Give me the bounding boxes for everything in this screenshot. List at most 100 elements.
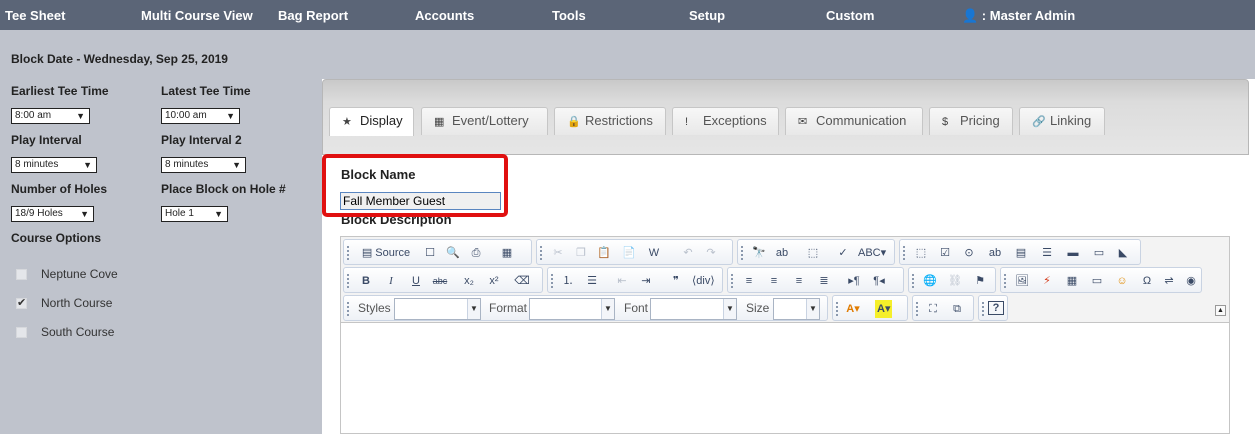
nav-custom[interactable]: Custom bbox=[826, 0, 874, 30]
numbered-list-icon[interactable]: ⒈ bbox=[560, 272, 576, 290]
course-option-label: South Course bbox=[41, 325, 115, 339]
outdent-icon[interactable]: ⇤ bbox=[614, 272, 630, 290]
font-dropdown[interactable]: ▼ bbox=[650, 298, 737, 320]
special-char-icon[interactable]: Ω bbox=[1139, 272, 1155, 290]
unlink-icon[interactable]: ⛓ bbox=[947, 272, 963, 290]
nav-accounts[interactable]: Accounts bbox=[415, 0, 474, 30]
textarea-icon[interactable]: ▤ bbox=[1013, 244, 1029, 262]
tab-label: Event/Lottery bbox=[452, 113, 529, 128]
tab-pricing[interactable]: $ Pricing bbox=[929, 107, 1013, 135]
image-icon[interactable]: 🖼 bbox=[1014, 272, 1030, 290]
collapse-toolbar-icon[interactable]: ▲ bbox=[1215, 305, 1226, 316]
format-dropdown[interactable]: ▼ bbox=[529, 298, 615, 320]
checkbox[interactable] bbox=[16, 327, 27, 338]
grip-icon bbox=[347, 274, 349, 288]
text-color-icon[interactable]: A▾ bbox=[845, 300, 861, 318]
paste-text-icon[interactable]: 📄 bbox=[621, 244, 637, 262]
horizontal-rule-icon[interactable]: ▭ bbox=[1089, 272, 1105, 290]
tab-display[interactable]: ★ Display bbox=[329, 107, 414, 136]
print-icon[interactable]: ⎙ bbox=[468, 244, 484, 262]
latest-tee-select[interactable]: 10:00 am ▼ bbox=[161, 108, 240, 124]
justify-icon[interactable]: ≣ bbox=[816, 272, 832, 290]
styles-dropdown[interactable]: ▼ bbox=[394, 298, 481, 320]
div-container-icon[interactable]: ⟨div⟩ bbox=[692, 272, 715, 290]
align-left-icon[interactable]: ≡ bbox=[741, 272, 757, 290]
radio-icon[interactable]: ⊙ bbox=[961, 244, 977, 262]
tab-exceptions[interactable]: ! Exceptions bbox=[672, 107, 779, 135]
preview-icon[interactable]: 🔍 bbox=[445, 244, 461, 262]
subscript-icon[interactable]: x₂ bbox=[461, 272, 477, 290]
replace-icon[interactable]: ab bbox=[774, 244, 790, 262]
align-center-icon[interactable]: ≡ bbox=[766, 272, 782, 290]
textfield-icon[interactable]: ab bbox=[987, 244, 1003, 262]
size-dropdown[interactable]: ▼ bbox=[773, 298, 820, 320]
link-icon[interactable]: 🌐 bbox=[922, 272, 938, 290]
button-field-icon[interactable]: ▬ bbox=[1065, 244, 1081, 262]
grip-icon bbox=[551, 274, 553, 288]
form-icon[interactable]: ⬚ bbox=[913, 244, 929, 262]
select-all-icon[interactable]: ⬚ bbox=[805, 244, 821, 262]
bold-icon[interactable]: B bbox=[358, 272, 374, 290]
paste-word-icon[interactable]: W bbox=[646, 244, 662, 262]
strikethrough-icon[interactable]: abc bbox=[432, 272, 448, 290]
blockquote-icon[interactable]: ❞ bbox=[668, 272, 684, 290]
toolbar-group-insert: 🖼 ⚡ ▦ ▭ ☺ Ω ⇌ ◉ bbox=[1000, 267, 1202, 293]
earliest-tee-select[interactable]: 8:00 am ▼ bbox=[11, 108, 90, 124]
block-name-input[interactable] bbox=[340, 192, 501, 210]
earliest-tee-label: Earliest Tee Time bbox=[11, 84, 109, 98]
spellcheck-icon[interactable]: ✓ bbox=[835, 244, 851, 262]
superscript-icon[interactable]: x² bbox=[486, 272, 502, 290]
nav-tee-sheet[interactable]: Tee Sheet bbox=[5, 0, 65, 30]
play-interval-select[interactable]: 8 minutes ▼ bbox=[11, 157, 97, 173]
checkbox[interactable] bbox=[16, 269, 27, 280]
templates-icon[interactable]: ▦ bbox=[499, 244, 515, 262]
table-icon[interactable]: ▦ bbox=[1064, 272, 1080, 290]
background-color-icon[interactable]: A▾ bbox=[875, 300, 893, 318]
place-block-select[interactable]: Hole 1 ▼ bbox=[161, 206, 228, 222]
paste-icon[interactable]: 📋 bbox=[596, 244, 612, 262]
ltr-icon[interactable]: ▸¶ bbox=[846, 272, 862, 290]
align-right-icon[interactable]: ≡ bbox=[791, 272, 807, 290]
new-page-icon[interactable]: ☐ bbox=[422, 244, 438, 262]
tab-event-lottery[interactable]: ▦ Event/Lottery bbox=[421, 107, 548, 135]
cut-icon[interactable]: ✂ bbox=[550, 244, 566, 262]
rtl-icon[interactable]: ¶◂ bbox=[871, 272, 887, 290]
tab-linking[interactable]: 🔗 Linking bbox=[1019, 107, 1105, 135]
redo-icon[interactable]: ↷ bbox=[703, 244, 719, 262]
copy-icon[interactable]: ❐ bbox=[573, 244, 589, 262]
place-block-label: Place Block on Hole # bbox=[161, 182, 286, 196]
scayt-icon[interactable]: ABC▾ bbox=[858, 244, 886, 262]
source-button[interactable]: ▤ Source bbox=[357, 244, 415, 262]
show-blocks-icon[interactable]: ⧉ bbox=[949, 300, 965, 318]
holes-select[interactable]: 18/9 Holes ▼ bbox=[11, 206, 94, 222]
tab-communication[interactable]: ✉ Communication bbox=[785, 107, 923, 135]
bulleted-list-icon[interactable]: ☰ bbox=[584, 272, 600, 290]
smiley-icon[interactable]: ☺ bbox=[1114, 272, 1130, 290]
image-button-icon[interactable]: ▭ bbox=[1091, 244, 1107, 262]
underline-icon[interactable]: U bbox=[408, 272, 424, 290]
nav-bag-report[interactable]: Bag Report bbox=[278, 0, 348, 30]
flash-icon[interactable]: ⚡ bbox=[1039, 272, 1055, 290]
undo-icon[interactable]: ↶ bbox=[680, 244, 696, 262]
page-break-icon[interactable]: ⇌ bbox=[1161, 272, 1177, 290]
hidden-field-icon[interactable]: ◣ bbox=[1115, 244, 1131, 262]
select-field-icon[interactable]: ☰ bbox=[1039, 244, 1055, 262]
iframe-icon[interactable]: ◉ bbox=[1183, 272, 1199, 290]
nav-user-menu[interactable]: 👤 : Master Admin bbox=[962, 0, 1075, 30]
nav-setup[interactable]: Setup bbox=[689, 0, 725, 30]
chevron-down-icon: ▼ bbox=[601, 299, 614, 319]
find-icon[interactable]: 🔭 bbox=[751, 244, 767, 262]
nav-tools[interactable]: Tools bbox=[552, 0, 586, 30]
anchor-icon[interactable]: ⚑ bbox=[972, 272, 988, 290]
editor-body[interactable] bbox=[341, 323, 1229, 433]
nav-multi-course-view[interactable]: Multi Course View bbox=[141, 0, 253, 30]
about-icon[interactable]: ? bbox=[988, 301, 1004, 315]
remove-format-icon[interactable]: ⌫ bbox=[514, 272, 530, 290]
maximize-icon[interactable]: ⛶ bbox=[925, 300, 941, 318]
tab-restrictions[interactable]: 🔒 Restrictions bbox=[554, 107, 666, 135]
checkbox-icon[interactable]: ☑ bbox=[937, 244, 953, 262]
checkbox-checked[interactable]: ✔ bbox=[16, 298, 27, 309]
play-interval2-select[interactable]: 8 minutes ▼ bbox=[161, 157, 246, 173]
indent-icon[interactable]: ⇥ bbox=[638, 272, 654, 290]
italic-icon[interactable]: I bbox=[383, 272, 399, 290]
